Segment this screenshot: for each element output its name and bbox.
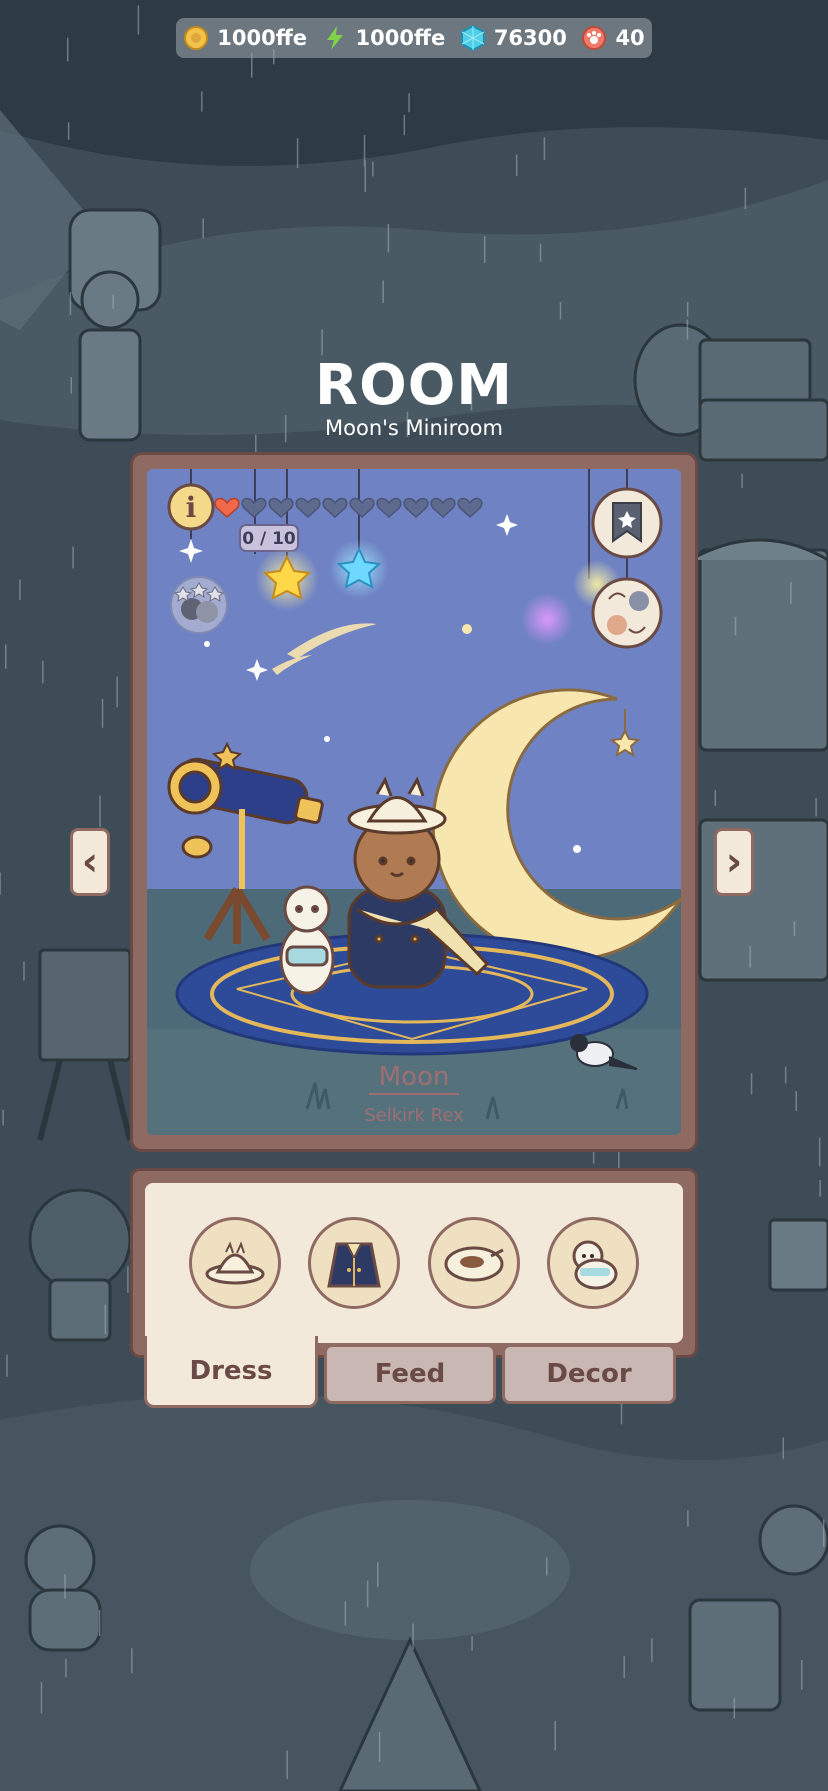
item-slot[interactable] [308,1217,401,1309]
energy-value: 1000ffe [355,26,446,50]
hat-icon [205,1241,265,1285]
item-tray-frame [130,1168,698,1358]
cat-name: Moon [379,1062,450,1092]
svg-text:i: i [186,491,197,524]
item-tray [145,1183,683,1343]
collection-badge[interactable] [170,576,228,634]
item-slot[interactable] [547,1217,640,1309]
paw-token-icon [582,26,607,50]
food-bowl-icon [444,1246,504,1282]
page-subtitle: Moon's Miniroom [325,416,503,440]
tab-decor-label: Decor [546,1359,632,1389]
info-button[interactable]: i [167,483,215,531]
svg-text:0 / 10: 0 / 10 [242,529,296,549]
coin-value: 1000ffe [217,26,307,50]
alpaca-plush[interactable] [279,885,335,995]
alpaca-plush-icon [572,1240,618,1290]
tab-feed[interactable]: Feed [324,1344,496,1404]
room-scene-art: i 0 / 10 Moon Selkirk Rex [147,469,681,1135]
room-header: ROOM Moon's Miniroom [0,353,828,441]
chevron-left-icon: ‹ [81,839,99,885]
tab-feed-label: Feed [374,1359,446,1389]
coin-icon [184,26,209,50]
item-slot[interactable] [427,1217,520,1309]
tab-dress[interactable]: Dress [144,1336,318,1408]
tab-bar: Dress Feed Decor [144,1336,676,1410]
gem-counter[interactable]: 76300 [460,25,567,51]
jacket-icon [327,1242,382,1288]
coin-counter[interactable]: 1000ffe [183,25,307,51]
tab-decor[interactable]: Decor [502,1344,676,1404]
paw-token-counter[interactable]: 40 [581,25,645,51]
paw-token-value: 40 [615,26,645,50]
room-scene[interactable]: i 0 / 10 Moon Selkirk Rex [147,469,681,1135]
lightning-icon [326,26,343,50]
gem-value: 76300 [493,26,567,50]
chevron-right-icon: › [725,839,743,885]
currency-bar: 1000ffe 1000ffe 76300 40 [176,18,652,58]
item-slot[interactable] [188,1217,281,1309]
room-frame: i 0 / 10 Moon Selkirk Rex [130,452,698,1152]
energy-counter[interactable]: 1000ffe [322,25,446,51]
cat-breed: Selkirk Rex [364,1105,464,1126]
tab-dress-label: Dress [189,1355,273,1386]
cat-swap-button[interactable] [591,577,663,649]
cat-face-icon [629,591,649,611]
next-cat-button[interactable]: › [714,828,754,896]
bookmark-button[interactable] [591,487,663,559]
gem-icon [460,25,485,51]
flag-sign-prop [768,1218,828,1292]
page-title: ROOM [314,353,514,418]
previous-cat-button[interactable]: ‹ [70,828,110,896]
